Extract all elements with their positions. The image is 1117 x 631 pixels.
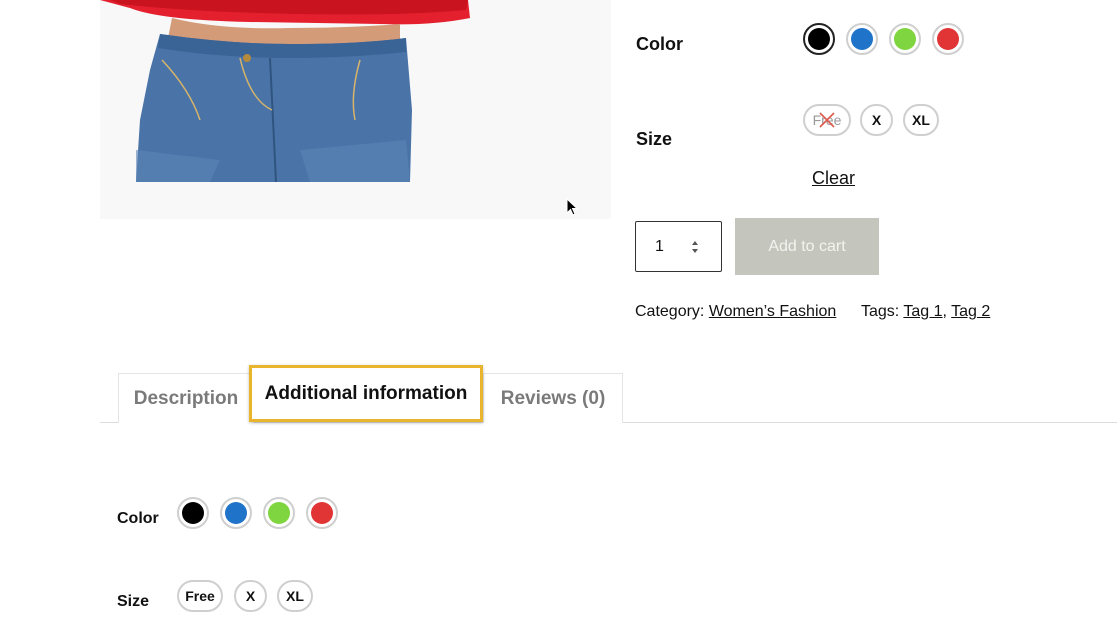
color-label: Color [636, 34, 683, 54]
product-image[interactable] [100, 0, 611, 219]
info-color-label: Color [117, 510, 159, 527]
color-swatch-red[interactable] [932, 23, 964, 55]
quantity-value[interactable]: 1 [655, 238, 664, 256]
info-size-label: Size [117, 593, 150, 610]
tab-description[interactable]: Description [118, 373, 254, 423]
product-category: Category: Women’s Fashion [635, 303, 836, 321]
info-color-swatch-black [177, 497, 209, 529]
tag-link-2[interactable]: Tag 2 [951, 303, 990, 320]
size-label: Size [636, 129, 673, 149]
mouse-cursor-icon [566, 198, 578, 216]
tag-separator: , [942, 303, 947, 320]
info-size-free: Free [177, 580, 223, 612]
color-dot [894, 28, 916, 50]
spinner-arrows-icon[interactable] [690, 239, 700, 255]
color-dot [182, 502, 204, 524]
quantity-stepper[interactable]: 1 [635, 221, 722, 272]
color-dot [311, 502, 333, 524]
product-photo-illustration [100, 0, 470, 183]
color-dot [225, 502, 247, 524]
size-option-free[interactable]: Free [803, 104, 851, 136]
size-option-x[interactable]: X [860, 104, 893, 136]
add-to-cart-button[interactable]: Add to cart [735, 218, 879, 275]
color-swatch-black[interactable] [803, 23, 835, 55]
size-option-xl[interactable]: XL [903, 104, 939, 136]
color-dot [268, 502, 290, 524]
clear-selection-link[interactable]: Clear [812, 168, 855, 189]
info-color-swatch-blue [220, 497, 252, 529]
color-swatch-green[interactable] [889, 23, 921, 55]
color-dot [808, 28, 830, 50]
tag-link-1[interactable]: Tag 1 [903, 303, 942, 320]
info-size-x: X [234, 580, 267, 612]
category-label: Category: [635, 303, 705, 320]
category-link[interactable]: Women’s Fashion [709, 303, 836, 320]
tab-reviews[interactable]: Reviews (0) [483, 373, 623, 423]
info-color-swatch-red [306, 497, 338, 529]
info-color-swatch-green [263, 497, 295, 529]
color-dot [851, 28, 873, 50]
info-size-xl: XL [277, 580, 313, 612]
color-dot [937, 28, 959, 50]
tags-label: Tags: [861, 303, 900, 320]
size-option-label: X [871, 112, 882, 128]
product-tags: Tags: Tag 1, Tag 2 [861, 303, 990, 321]
tab-additional-information[interactable]: Additional information [249, 365, 483, 422]
size-option-label: Free [812, 112, 842, 128]
size-option-label: XL [912, 112, 930, 128]
color-swatch-blue[interactable] [846, 23, 878, 55]
